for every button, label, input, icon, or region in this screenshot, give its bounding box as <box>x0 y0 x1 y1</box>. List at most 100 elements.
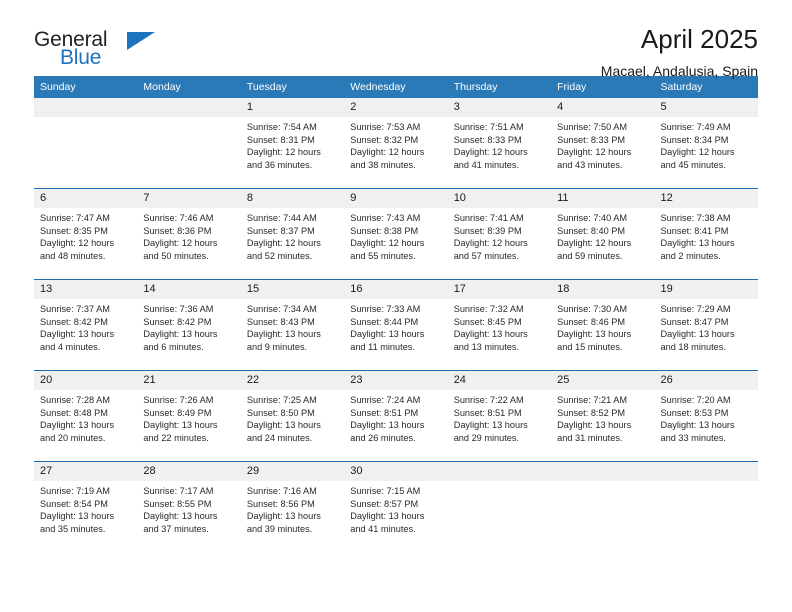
day-detail-line: and 6 minutes. <box>143 341 204 352</box>
calendar-body: 1 Sunrise: 7:54 AM Sunset: 8:31 PM Daylight… <box>34 98 758 552</box>
day-detail-line: and 57 minutes. <box>453 250 520 261</box>
day-sun-details: Sunrise: 7:44 AM Sunset: 8:37 PM Daylight:… <box>241 208 344 262</box>
day-detail-line: Sunset: 8:48 PM <box>40 407 108 418</box>
day-detail-line: Daylight: 13 hours <box>246 329 321 340</box>
day-sun-details: Sunrise: 7:19 AM Sunset: 8:54 PM Daylight:… <box>34 481 137 535</box>
day-number: 27 <box>34 462 138 481</box>
day-detail-line: Daylight: 13 hours <box>143 329 218 340</box>
day-cell-inner: 13 Sunrise: 7:37 AM Sunset: 8:42 PM Dayligh… <box>34 280 138 370</box>
day-number: 6 <box>34 189 138 208</box>
day-number: 15 <box>240 280 345 299</box>
calendar-day-cell[interactable]: 21 Sunrise: 7:26 AM Sunset: 8:49 PM Dayligh… <box>137 370 241 462</box>
day-cell-inner: 20 Sunrise: 7:28 AM Sunset: 8:48 PM Dayligh… <box>34 371 138 461</box>
calendar-day-cell[interactable]: 7 Sunrise: 7:46 AM Sunset: 8:36 PM Daylight… <box>137 188 241 280</box>
day-number: 23 <box>344 371 448 390</box>
calendar-day-cell[interactable]: 23 Sunrise: 7:24 AM Sunset: 8:51 PM Dayligh… <box>344 370 448 462</box>
calendar-week-row: 6 Sunrise: 7:47 AM Sunset: 8:35 PM Daylight… <box>34 188 758 280</box>
weekday-header-monday: Monday <box>137 76 241 98</box>
calendar-day-cell[interactable]: 29 Sunrise: 7:16 AM Sunset: 8:56 PM Dayligh… <box>240 461 345 552</box>
calendar-day-cell[interactable]: 3 Sunrise: 7:51 AM Sunset: 8:33 PM Daylight… <box>447 98 552 189</box>
page-subtitle: Macael, Andalusia, Spain <box>600 63 758 80</box>
day-number: 29 <box>240 462 345 481</box>
day-detail-line: Sunset: 8:49 PM <box>143 407 212 418</box>
calendar-day-cell[interactable]: 18 Sunrise: 7:30 AM Sunset: 8:46 PM Dayligh… <box>551 279 655 371</box>
day-cell-inner: 21 Sunrise: 7:26 AM Sunset: 8:49 PM Dayligh… <box>137 371 241 461</box>
calendar-day-cell[interactable]: 25 Sunrise: 7:21 AM Sunset: 8:52 PM Dayligh… <box>551 370 655 462</box>
day-cell-inner: 8 Sunrise: 7:44 AM Sunset: 8:37 PM Daylight… <box>240 189 345 279</box>
day-detail-line: Sunset: 8:57 PM <box>350 498 419 509</box>
calendar-day-cell[interactable]: 13 Sunrise: 7:37 AM Sunset: 8:42 PM Dayligh… <box>34 279 138 371</box>
day-detail-line: Sunset: 8:55 PM <box>143 498 212 509</box>
day-number: 19 <box>654 280 758 299</box>
calendar-day-cell[interactable]: 14 Sunrise: 7:36 AM Sunset: 8:42 PM Dayligh… <box>137 279 241 371</box>
day-detail-line: Sunset: 8:56 PM <box>246 498 315 509</box>
day-detail-line: Sunset: 8:43 PM <box>246 316 315 327</box>
day-number: 25 <box>551 371 655 390</box>
day-sun-details: Sunrise: 7:54 AM Sunset: 8:31 PM Daylight:… <box>241 117 344 171</box>
day-detail-line: and 18 minutes. <box>660 341 726 352</box>
calendar-day-cell[interactable]: 20 Sunrise: 7:28 AM Sunset: 8:48 PM Dayligh… <box>34 370 138 462</box>
day-detail-line: Daylight: 13 hours <box>557 420 632 431</box>
day-detail-line: Sunrise: 7:47 AM <box>40 213 110 223</box>
day-number <box>137 98 241 117</box>
calendar-day-cell[interactable]: 15 Sunrise: 7:34 AM Sunset: 8:43 PM Dayligh… <box>240 279 345 371</box>
day-detail-line: Sunrise: 7:44 AM <box>246 213 317 223</box>
day-sun-details: Sunrise: 7:51 AM Sunset: 8:33 PM Daylight:… <box>448 117 551 171</box>
calendar-day-cell[interactable]: 22 Sunrise: 7:25 AM Sunset: 8:50 PM Dayligh… <box>240 370 345 462</box>
calendar-day-cell[interactable]: 26 Sunrise: 7:20 AM Sunset: 8:53 PM Dayligh… <box>654 370 758 462</box>
day-detail-line: Sunrise: 7:19 AM <box>40 486 110 496</box>
day-detail-line: Daylight: 12 hours <box>350 147 425 158</box>
day-detail-line: and 24 minutes. <box>246 432 313 443</box>
calendar-day-cell[interactable]: 8 Sunrise: 7:44 AM Sunset: 8:37 PM Daylight… <box>240 188 345 280</box>
day-cell-inner: 7 Sunrise: 7:46 AM Sunset: 8:36 PM Daylight… <box>137 189 241 279</box>
calendar-day-cell[interactable]: 27 Sunrise: 7:19 AM Sunset: 8:54 PM Dayligh… <box>34 461 138 552</box>
day-detail-line: Daylight: 13 hours <box>246 511 321 522</box>
day-detail-line: Sunset: 8:33 PM <box>453 134 522 145</box>
day-detail-line: Sunset: 8:51 PM <box>350 407 419 418</box>
day-sun-details: Sunrise: 7:37 AM Sunset: 8:42 PM Daylight:… <box>34 299 137 353</box>
general-blue-logo[interactable]: General Blue <box>34 26 155 72</box>
day-detail-line: Daylight: 12 hours <box>660 147 735 158</box>
weekday-header-saturday: Saturday <box>654 76 758 98</box>
day-cell-inner <box>447 462 552 552</box>
day-number: 5 <box>654 98 758 117</box>
day-cell-inner <box>551 462 655 552</box>
day-detail-line: and 26 minutes. <box>350 432 416 443</box>
day-cell-inner <box>654 462 758 552</box>
day-detail-line: Daylight: 13 hours <box>40 420 115 431</box>
day-cell-inner: 14 Sunrise: 7:36 AM Sunset: 8:42 PM Dayligh… <box>137 280 241 370</box>
calendar-day-cell[interactable]: 6 Sunrise: 7:47 AM Sunset: 8:35 PM Daylight… <box>34 188 138 280</box>
day-number: 14 <box>137 280 241 299</box>
calendar-day-cell[interactable]: 10 Sunrise: 7:41 AM Sunset: 8:39 PM Dayligh… <box>447 188 552 280</box>
day-cell-inner: 10 Sunrise: 7:41 AM Sunset: 8:39 PM Dayligh… <box>447 189 552 279</box>
calendar-day-cell[interactable]: 24 Sunrise: 7:22 AM Sunset: 8:51 PM Dayligh… <box>447 370 552 462</box>
calendar-day-cell[interactable]: 5 Sunrise: 7:49 AM Sunset: 8:34 PM Daylight… <box>654 98 758 189</box>
calendar-day-cell[interactable]: 4 Sunrise: 7:50 AM Sunset: 8:33 PM Daylight… <box>551 98 655 189</box>
day-detail-line: Daylight: 13 hours <box>453 329 528 340</box>
title-block: April 2025 Macael, Andalusia, Spain <box>600 25 758 80</box>
calendar-day-cell[interactable]: 1 Sunrise: 7:54 AM Sunset: 8:31 PM Daylight… <box>240 98 345 189</box>
day-detail-line: Sunset: 8:38 PM <box>350 225 419 236</box>
calendar-week-row: 27 Sunrise: 7:19 AM Sunset: 8:54 PM Dayligh… <box>34 461 758 552</box>
calendar-day-cell[interactable]: 9 Sunrise: 7:43 AM Sunset: 8:38 PM Daylight… <box>344 188 448 280</box>
calendar-day-cell[interactable]: 30 Sunrise: 7:15 AM Sunset: 8:57 PM Dayligh… <box>344 461 448 552</box>
day-detail-line: and 41 minutes. <box>350 523 416 534</box>
day-detail-line: Daylight: 12 hours <box>557 147 632 158</box>
day-number: 12 <box>654 189 758 208</box>
calendar-day-cell[interactable]: 17 Sunrise: 7:32 AM Sunset: 8:45 PM Dayligh… <box>447 279 552 371</box>
day-detail-line: Sunrise: 7:36 AM <box>143 304 214 314</box>
calendar-day-cell[interactable]: 11 Sunrise: 7:40 AM Sunset: 8:40 PM Dayligh… <box>551 188 655 280</box>
calendar-day-cell[interactable]: 19 Sunrise: 7:29 AM Sunset: 8:47 PM Dayligh… <box>654 279 758 371</box>
day-detail-line: Daylight: 12 hours <box>143 238 218 249</box>
day-detail-line: Daylight: 13 hours <box>143 511 218 522</box>
day-sun-details: Sunrise: 7:41 AM Sunset: 8:39 PM Daylight:… <box>448 208 551 262</box>
logo-text-blue: Blue <box>60 46 102 69</box>
day-detail-line: Sunrise: 7:20 AM <box>660 395 731 405</box>
day-detail-line: Daylight: 13 hours <box>40 511 115 522</box>
calendar-day-cell[interactable]: 12 Sunrise: 7:38 AM Sunset: 8:41 PM Dayligh… <box>654 188 758 280</box>
calendar-day-cell[interactable]: 2 Sunrise: 7:53 AM Sunset: 8:32 PM Daylight… <box>344 98 448 189</box>
calendar-week-row: 13 Sunrise: 7:37 AM Sunset: 8:42 PM Dayligh… <box>34 279 758 371</box>
day-detail-line: Daylight: 13 hours <box>350 329 425 340</box>
calendar-day-cell[interactable]: 16 Sunrise: 7:33 AM Sunset: 8:44 PM Dayligh… <box>344 279 448 371</box>
calendar-day-cell[interactable]: 28 Sunrise: 7:17 AM Sunset: 8:55 PM Dayligh… <box>137 461 241 552</box>
